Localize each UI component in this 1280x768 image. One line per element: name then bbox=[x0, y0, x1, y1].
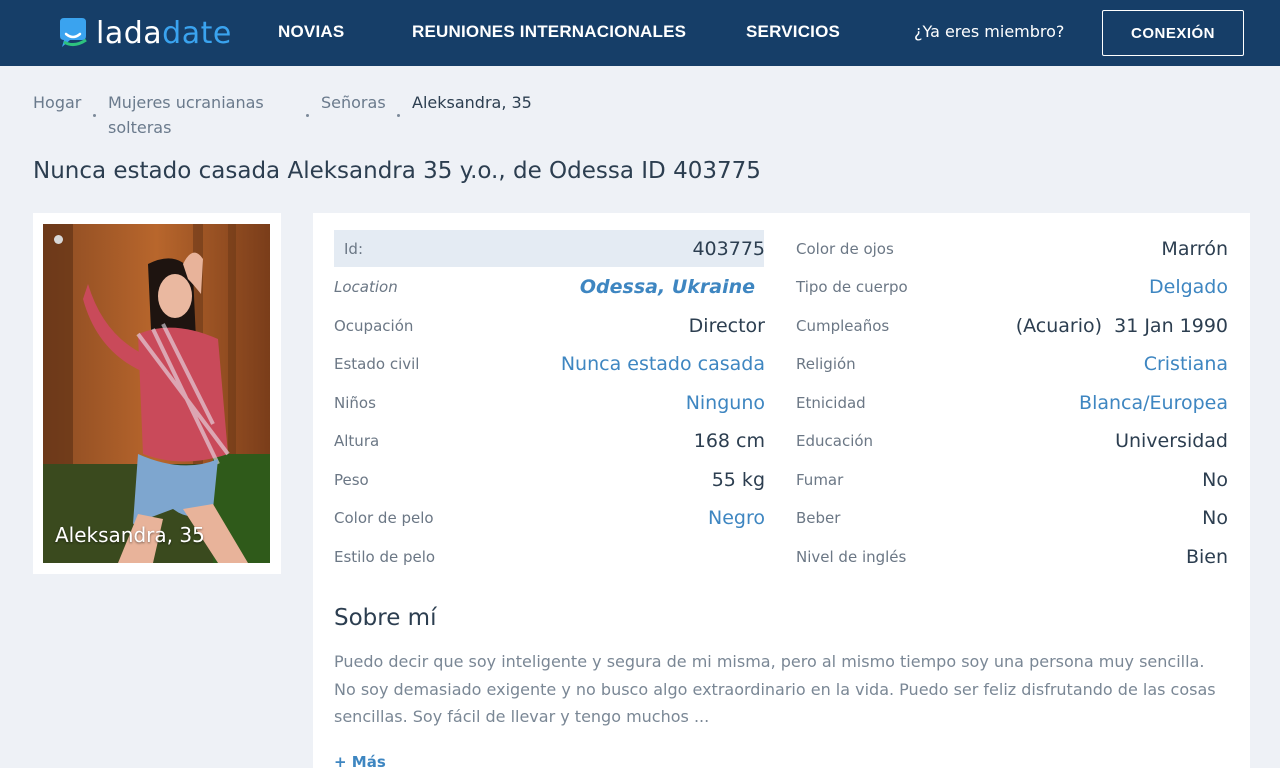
logo-text-part2: date bbox=[162, 15, 232, 51]
detail-row-body-type: Tipo de cuerpo Delgado bbox=[796, 268, 1228, 306]
detail-row-weight: Peso 55 kg bbox=[334, 461, 765, 499]
detail-row-smoking: Fumar No bbox=[796, 461, 1228, 499]
logo-text-part1: lada bbox=[96, 15, 163, 51]
detail-row-occupation: Ocupación Director bbox=[334, 307, 765, 345]
detail-value: (Acuario) 31 Jan 1990 bbox=[1015, 315, 1228, 337]
religion-link[interactable]: Cristiana bbox=[1144, 353, 1228, 375]
nav-novias[interactable]: NOVIAS bbox=[278, 22, 344, 42]
breadcrumb-home[interactable]: Hogar bbox=[33, 90, 81, 115]
logo[interactable]: ladadate bbox=[56, 14, 232, 52]
detail-row-ethnicity: Etnicidad Blanca/Europea bbox=[796, 384, 1228, 422]
page-title: Nunca estado casada Aleksandra 35 y.o., … bbox=[33, 158, 761, 184]
detail-label: Peso bbox=[334, 471, 369, 489]
detail-label: Nivel de inglés bbox=[796, 548, 907, 566]
detail-row-eye-color: Color de ojos Marrón bbox=[796, 230, 1228, 268]
photo-indicator-dot bbox=[54, 235, 63, 244]
breadcrumb-separator bbox=[397, 114, 400, 117]
detail-row-birthday: Cumpleaños (Acuario) 31 Jan 1990 bbox=[796, 307, 1228, 345]
member-question[interactable]: ¿Ya eres miembro? bbox=[914, 22, 1064, 41]
nav-reuniones-internacionales[interactable]: REUNIONES INTERNACIONALES bbox=[412, 22, 686, 42]
detail-value: No bbox=[1202, 469, 1228, 491]
detail-value: No bbox=[1202, 507, 1228, 529]
photo-caption: Aleksandra, 35 bbox=[55, 523, 205, 547]
detail-value: Universidad bbox=[1115, 430, 1228, 452]
detail-label: Religión bbox=[796, 355, 856, 373]
detail-label: Etnicidad bbox=[796, 394, 866, 412]
detail-value: 168 cm bbox=[693, 430, 765, 452]
detail-row-height: Altura 168 cm bbox=[334, 422, 765, 460]
detail-label: Estado civil bbox=[334, 355, 420, 373]
children-link[interactable]: Ninguno bbox=[686, 392, 765, 414]
detail-row-hair-style: Estilo de pelo bbox=[334, 538, 765, 576]
profile-photo-card: Aleksandra, 35 bbox=[33, 213, 281, 574]
detail-value: Marrón bbox=[1161, 238, 1228, 260]
breadcrumb-ladies[interactable]: Señoras bbox=[321, 90, 386, 115]
ethnicity-link[interactable]: Blanca/Europea bbox=[1079, 392, 1228, 414]
detail-row-english-level: Nivel de inglés Bien bbox=[796, 538, 1228, 576]
detail-row-hair-color: Color de pelo Negro bbox=[334, 499, 765, 537]
breadcrumb-category-line1: Mujeres ucranianas bbox=[108, 93, 264, 112]
detail-label: Fumar bbox=[796, 471, 844, 489]
detail-label: Location bbox=[334, 278, 398, 296]
about-text: Puedo decir que soy inteligente y segura… bbox=[334, 652, 1216, 726]
marital-status-link[interactable]: Nunca estado casada bbox=[561, 353, 765, 375]
detail-label: Color de pelo bbox=[334, 509, 434, 527]
detail-value: 55 kg bbox=[711, 469, 765, 491]
breadcrumb-separator bbox=[93, 114, 96, 117]
detail-value: 403775 bbox=[692, 238, 765, 260]
detail-label: Educación bbox=[796, 432, 874, 450]
detail-label: Niños bbox=[334, 394, 376, 412]
detail-label: Color de ojos bbox=[796, 240, 894, 258]
hair-color-link[interactable]: Negro bbox=[708, 507, 765, 529]
detail-label: Id: bbox=[344, 240, 363, 258]
more-link[interactable]: + Más bbox=[334, 753, 386, 768]
breadcrumb-category-line2: solteras bbox=[108, 118, 172, 137]
profile-photo[interactable]: Aleksandra, 35 bbox=[43, 224, 270, 563]
detail-row-marital-status: Estado civil Nunca estado casada bbox=[334, 345, 765, 383]
detail-label: Tipo de cuerpo bbox=[796, 278, 908, 296]
breadcrumb-current: Aleksandra, 35 bbox=[412, 93, 532, 112]
nav-servicios[interactable]: SERVICIOS bbox=[746, 22, 840, 42]
top-header: ladadate NOVIAS REUNIONES INTERNACIONALE… bbox=[0, 0, 1280, 66]
detail-label: Estilo de pelo bbox=[334, 548, 436, 566]
detail-label: Beber bbox=[796, 509, 841, 527]
detail-row-religion: Religión Cristiana bbox=[796, 345, 1228, 383]
body-type-link[interactable]: Delgado bbox=[1149, 276, 1228, 298]
detail-row-children: Niños Ninguno bbox=[334, 384, 765, 422]
chat-bubble-icon bbox=[56, 16, 90, 50]
detail-value: Director bbox=[688, 315, 765, 337]
detail-row-education: Educación Universidad bbox=[796, 422, 1228, 460]
detail-label: Cumpleaños bbox=[796, 317, 890, 335]
detail-label: Ocupación bbox=[334, 317, 414, 335]
detail-row-drinking: Beber No bbox=[796, 499, 1228, 537]
detail-value: Bien bbox=[1185, 546, 1228, 568]
breadcrumb-category[interactable]: Mujeres ucranianas solteras bbox=[108, 90, 264, 140]
location-link[interactable]: Odessa, Ukraine bbox=[580, 276, 765, 298]
login-button[interactable]: CONEXIÓN bbox=[1102, 10, 1244, 56]
detail-row-id: Id: 403775 bbox=[334, 230, 765, 268]
detail-label: Altura bbox=[334, 432, 380, 450]
about-heading: Sobre mí bbox=[334, 605, 437, 631]
breadcrumb-separator bbox=[306, 114, 309, 117]
detail-row-location: Location Odessa, Ukraine bbox=[334, 268, 765, 306]
